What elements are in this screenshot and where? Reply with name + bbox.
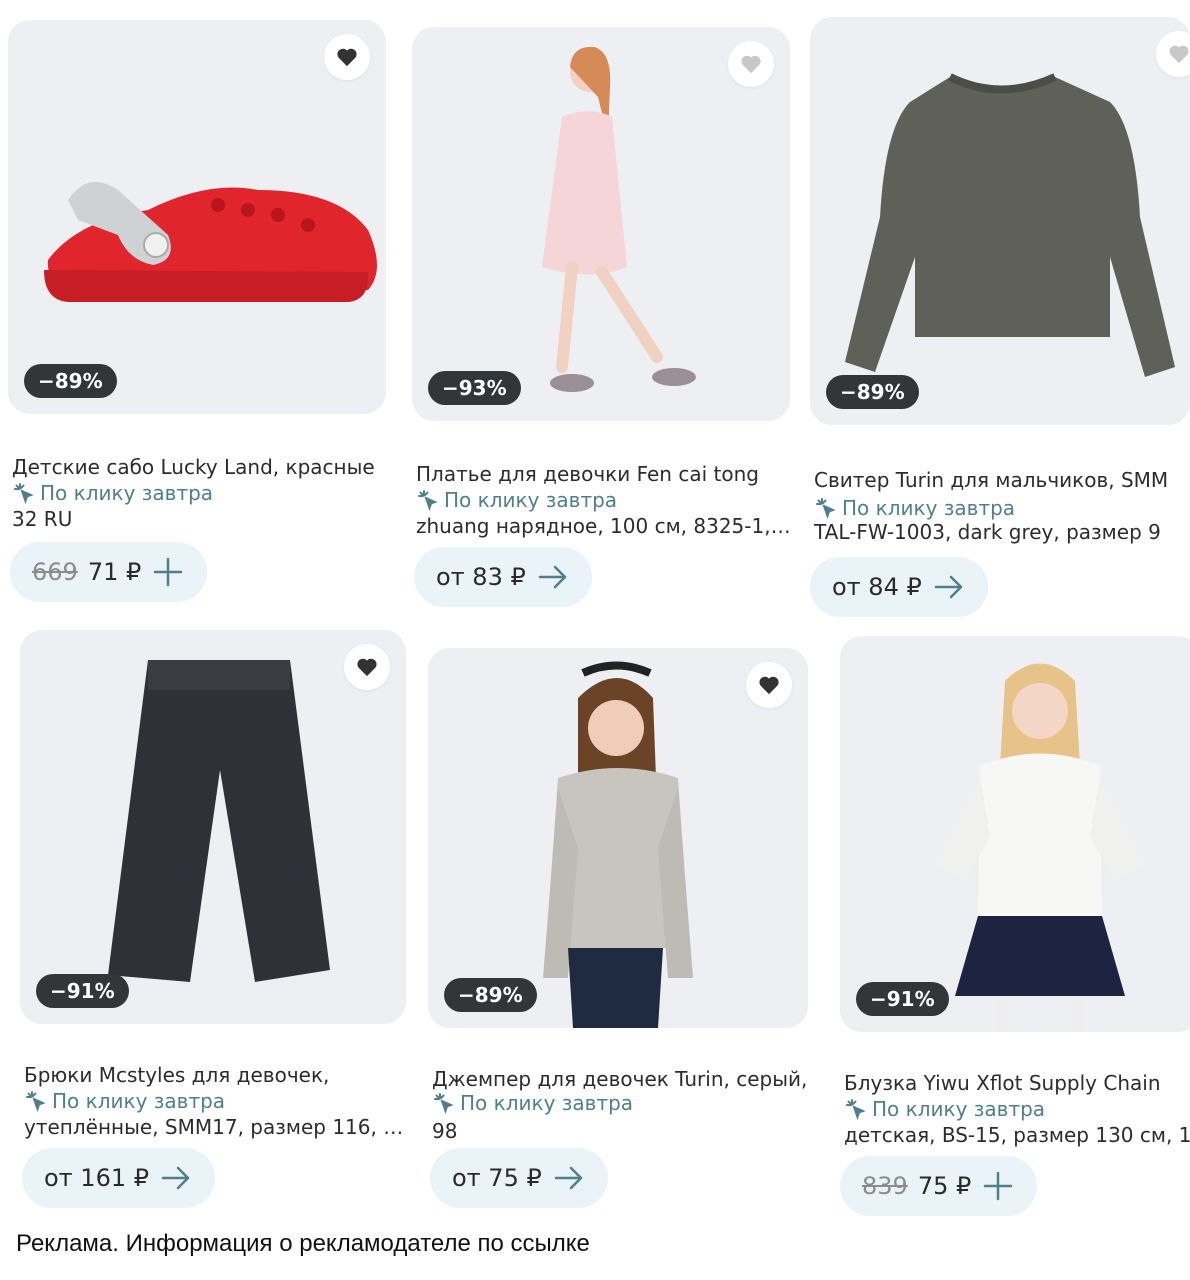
delivery-info: По клику завтра (12, 480, 213, 506)
price: от 161 ₽ (44, 1164, 149, 1192)
discount-badge: −89% (444, 978, 537, 1012)
favorite-button[interactable] (324, 34, 370, 80)
delivery-label: По клику завтра (842, 496, 1016, 520)
sweater-illustration (845, 73, 1175, 377)
dress-illustration (542, 46, 696, 392)
price-button[interactable]: от 83 ₽ (414, 547, 592, 607)
product-image[interactable]: −91% (20, 630, 406, 1024)
sparkle-click-icon (434, 1093, 454, 1115)
discount-badge: −93% (428, 371, 521, 405)
favorite-button[interactable] (344, 644, 390, 690)
delivery-info: По клику завтра (416, 487, 617, 513)
title-line: Свитер Turin для мальчиков, SMM (814, 468, 1169, 492)
delivery-info: По клику завтра (432, 1090, 633, 1116)
delivery-label: По клику завтра (444, 488, 618, 512)
discount-badge: −89% (826, 375, 919, 409)
title-line: Платье для девочки Fen cai tong (416, 462, 759, 486)
delivery-info: По клику завтра (844, 1096, 1045, 1122)
cardigan-illustration (543, 661, 693, 1028)
title-line: 98 (432, 1119, 458, 1143)
arrow-right-icon (536, 560, 570, 594)
old-price: 839 (862, 1172, 908, 1200)
title-line: Джемпер для девочек Turin, серый, (432, 1067, 808, 1091)
clog-illustration (44, 182, 377, 302)
arrow-right-icon (932, 570, 966, 604)
price-button[interactable]: 669 71 ₽ (10, 542, 208, 602)
price: от 75 ₽ (452, 1164, 542, 1192)
favorite-button[interactable] (746, 662, 792, 708)
title-line: утеплённые, SMM17, размер 116, 1… (24, 1115, 408, 1139)
blouse-illustration (935, 663, 1145, 1032)
price: 71 ₽ (87, 558, 142, 586)
price: от 83 ₽ (436, 563, 526, 591)
price-button[interactable]: 839 75 ₽ (840, 1156, 1038, 1216)
heart-icon (741, 55, 761, 74)
heart-icon (357, 658, 377, 677)
delivery-label: По клику завтра (460, 1091, 634, 1115)
ad-disclaimer[interactable]: Реклама. Информация о рекламодателе по с… (16, 1230, 590, 1258)
product-image[interactable]: −91% (840, 636, 1190, 1032)
product-image[interactable]: −89% (810, 17, 1190, 425)
title-line: zhuang нарядное, 100 см, 8325-1,… (416, 514, 791, 538)
arrow-right-icon (159, 1161, 193, 1195)
delivery-label: По клику завтра (40, 481, 214, 505)
delivery-label: По клику завтра (872, 1097, 1046, 1121)
sparkle-click-icon (418, 490, 438, 512)
sparkle-click-icon (26, 1091, 46, 1113)
favorite-button[interactable] (728, 41, 774, 87)
price-button[interactable]: от 75 ₽ (430, 1148, 608, 1208)
arrow-right-icon (552, 1161, 586, 1195)
delivery-label: По клику завтра (52, 1089, 226, 1113)
heart-icon (1169, 45, 1189, 64)
price: от 84 ₽ (832, 573, 922, 601)
heart-icon (759, 676, 779, 695)
title-line: Брюки Mcstyles для девочек, (24, 1063, 330, 1087)
sparkle-click-icon (846, 1099, 866, 1121)
title-line: TAL-FW-1003, dark grey, размер 9 (814, 520, 1161, 544)
delivery-info: По клику завтра (814, 495, 1015, 521)
price-button[interactable]: от 161 ₽ (22, 1148, 215, 1208)
product-image[interactable]: −93% (412, 27, 790, 421)
heart-icon (337, 48, 357, 67)
plus-icon (981, 1169, 1015, 1203)
old-price: 669 (32, 558, 78, 586)
title-line: Детские сабо Lucky Land, красные (12, 455, 375, 479)
discount-badge: −89% (24, 364, 117, 398)
product-image[interactable]: −89% (8, 20, 386, 414)
sparkle-click-icon (816, 498, 836, 520)
price-button[interactable]: от 84 ₽ (810, 557, 988, 617)
discount-badge: −91% (36, 974, 129, 1008)
trousers-illustration (108, 660, 330, 982)
sparkle-click-icon (14, 483, 34, 505)
product-image[interactable]: −89% (428, 648, 808, 1028)
delivery-info: По клику завтра (24, 1088, 225, 1114)
title-line: Блузка Yiwu Xflot Supply Chain (844, 1071, 1161, 1095)
title-line: детская, BS-15, размер 130 см, 1 (844, 1123, 1190, 1147)
discount-badge: −91% (856, 982, 949, 1016)
plus-icon (151, 555, 185, 589)
price: 75 ₽ (917, 1172, 972, 1200)
title-line: 32 RU (12, 507, 73, 531)
